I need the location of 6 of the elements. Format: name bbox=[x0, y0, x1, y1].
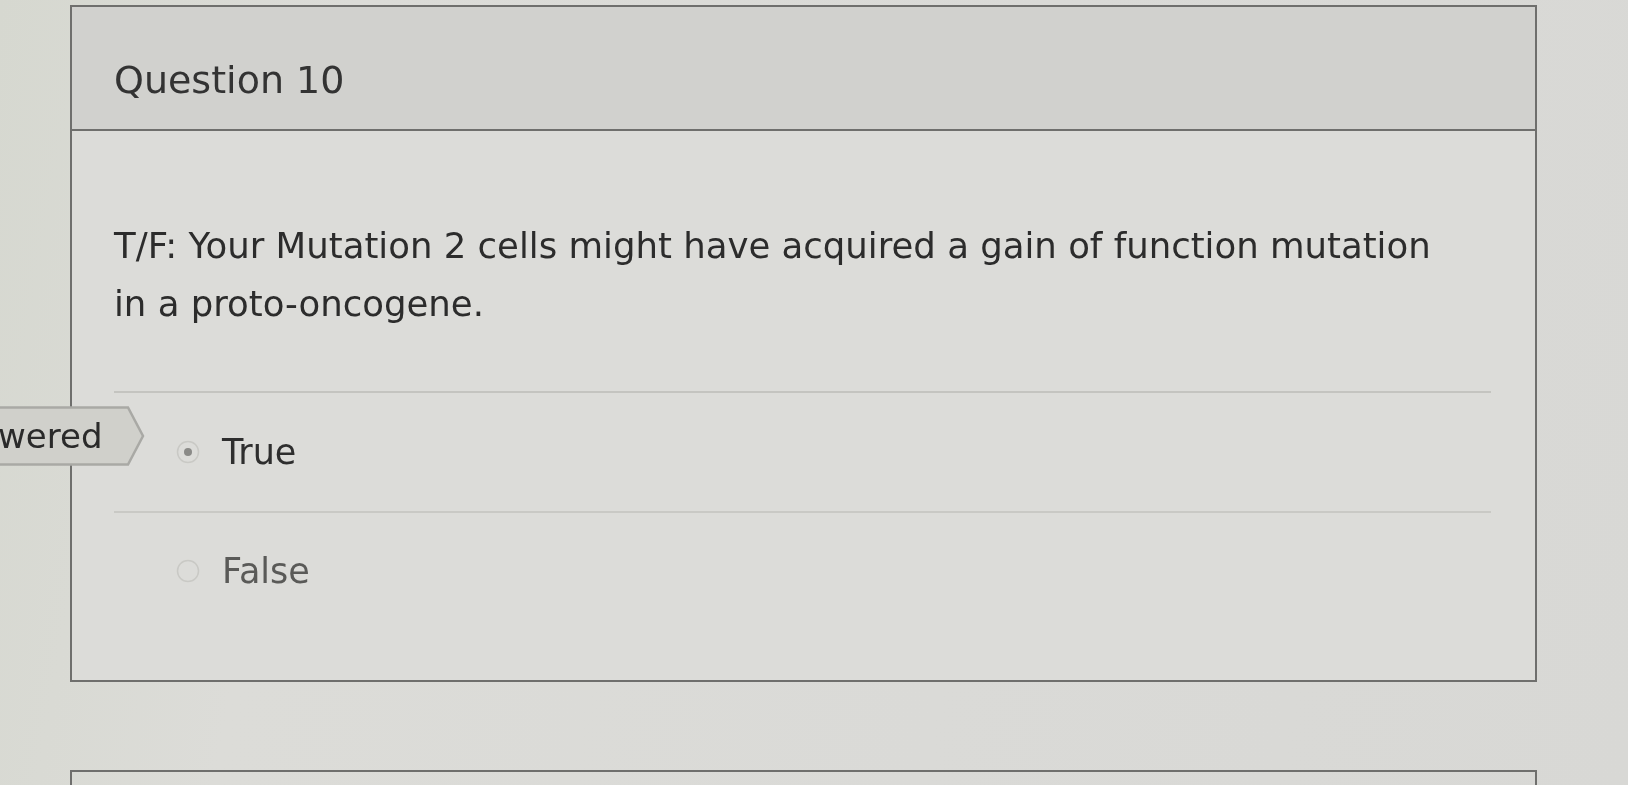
question-title: Question 10 bbox=[114, 57, 345, 103]
radio-icon[interactable] bbox=[176, 440, 200, 464]
status-tag: wered bbox=[0, 406, 145, 466]
answer-option[interactable]: True bbox=[176, 432, 297, 472]
question-text: T/F: Your Mutation 2 cells might have acquired a gain of function mutation in a proto-oncogene. bbox=[114, 224, 1432, 326]
answer-option[interactable]: False bbox=[176, 551, 310, 591]
